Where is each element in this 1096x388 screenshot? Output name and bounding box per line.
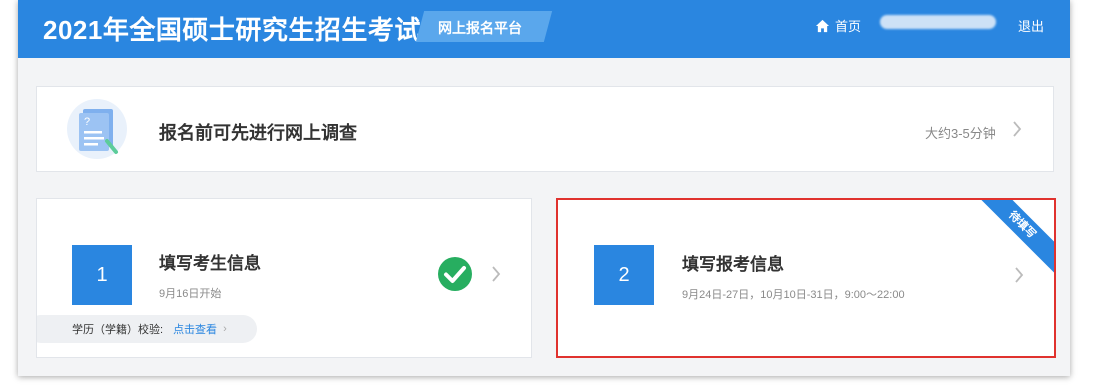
survey-duration: 大约3-5分钟 [925, 126, 996, 141]
step-number: 2 [594, 245, 654, 305]
document-question-icon: ? [67, 99, 127, 159]
home-label: 首页 [835, 19, 862, 34]
chevron-right-icon [492, 266, 501, 282]
check-circle-icon [438, 257, 472, 291]
survey-title: 报名前可先进行网上调查 [159, 123, 357, 143]
step-number: 1 [72, 245, 132, 305]
username-redacted [880, 15, 996, 29]
site-title: 2021年全国硕士研究生招生考试 [43, 15, 421, 45]
step-card-1[interactable]: 1 填写考生信息 9月16日开始 学历（学籍）校验: 点击查看 › [36, 198, 532, 358]
education-verify-bar: 学历（学籍）校验: 点击查看 › [37, 315, 257, 343]
chevron-right-icon [1013, 121, 1022, 137]
verify-label: 学历（学籍）校验: [72, 324, 164, 336]
home-link[interactable]: 首页 [815, 16, 861, 35]
verify-link[interactable]: 点击查看 [173, 321, 217, 337]
chevron-right-icon: › [223, 323, 227, 335]
platform-tag: 网上报名平台 [438, 20, 522, 36]
step-card-2[interactable]: 2 填写报考信息 9月24日-27日，10月10日-31日，9:00～22:00… [556, 198, 1056, 358]
step-date: 9月16日开始 [159, 288, 222, 300]
svg-text:?: ? [84, 116, 90, 128]
status-badge: 待填写 [971, 200, 1054, 276]
step-title: 填写考生信息 [159, 254, 261, 273]
survey-card[interactable]: ? 报名前可先进行网上调查 大约3-5分钟 [36, 86, 1054, 172]
home-icon [815, 19, 830, 32]
step-date: 9月24日-27日，10月10日-31日，9:00～22:00 [682, 289, 905, 301]
chevron-right-icon [1015, 267, 1024, 283]
logout-link[interactable]: 退出 [1018, 16, 1044, 35]
app-frame: 2021年全国硕士研究生招生考试 网上报名平台 首页 退出 ? 报名前可先进行网… [18, 0, 1070, 376]
step-title: 填写报考信息 [682, 255, 784, 274]
header-bar: 2021年全国硕士研究生招生考试 网上报名平台 首页 退出 [18, 0, 1070, 58]
